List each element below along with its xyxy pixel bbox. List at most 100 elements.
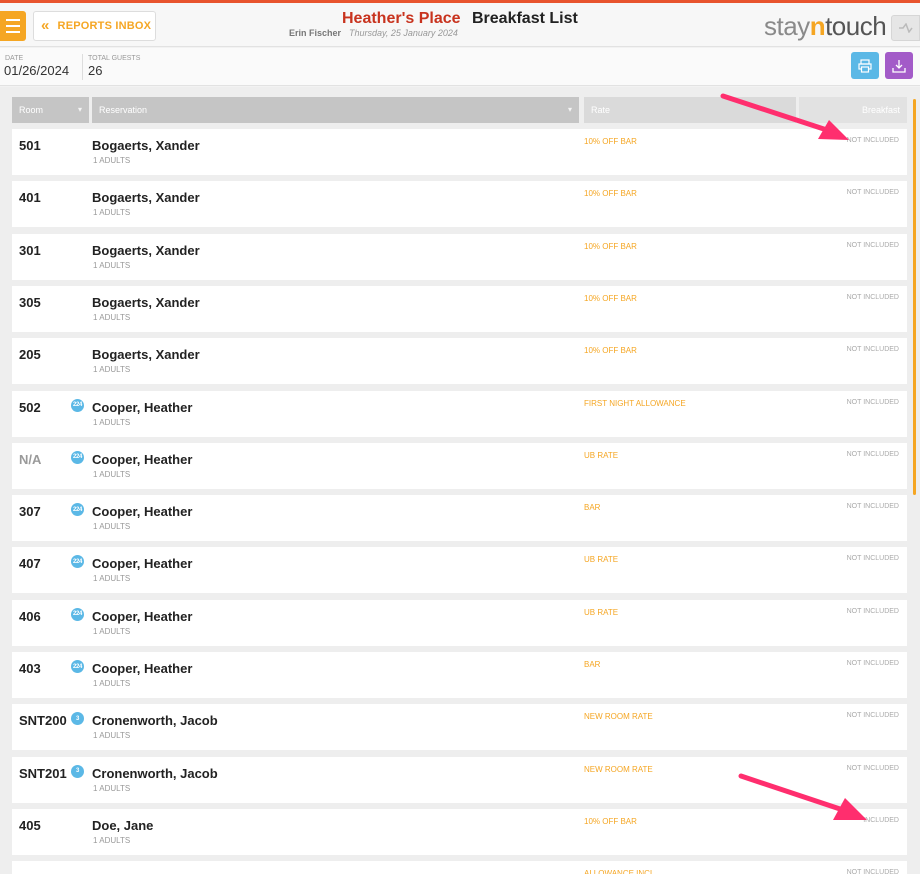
download-icon — [892, 59, 906, 73]
print-button[interactable] — [851, 52, 879, 79]
room-number: 501 — [19, 138, 41, 153]
adults-count: 1 ADULTS — [93, 365, 131, 375]
rate-name: 10% OFF BAR — [584, 137, 637, 146]
table-row[interactable]: 406 224 Cooper, Heather 1 ADULTS UB RATE NOT … — [12, 599, 907, 646]
user-name: Erin Fischer — [289, 28, 342, 38]
rate-name: 10% OFF BAR — [584, 293, 637, 303]
table-row[interactable]: 301 Bogaerts, Xander 1 ADULTS 10% OFF BAR NO… — [12, 233, 907, 280]
filter-divider — [82, 54, 83, 80]
table-row[interactable]: SNT201 3 Cronenworth, Jacob 1 ADULTS NEW ROO… — [12, 756, 907, 803]
table-row[interactable]: 407 224 Cooper, Heather 1 ADULTS UB RATE NOT … — [12, 547, 907, 594]
breakfast-status: NOT INCLUDED — [846, 607, 899, 615]
adults-count: 1 ADULTS — [93, 522, 131, 532]
chevron-down-icon: ▾ — [77, 105, 82, 114]
breakfast-status: NOT INCLUDED — [846, 555, 899, 563]
total-guests-value: 26 — [88, 63, 103, 78]
scrollbar[interactable] — [913, 99, 916, 495]
table-row[interactable]: 501 Bogaerts, Xander 1 ADULTS 10% OFF BAR NO… — [12, 129, 907, 175]
breakfast-status: NOT INCLUDED — [846, 450, 899, 458]
column-header-room[interactable]: Room ▾ — [12, 97, 89, 123]
adults-count: 1 ADULTS — [93, 156, 131, 165]
room-number: 305 — [19, 294, 41, 310]
table-row[interactable]: ALLOWANCE INCL NOT INCLUDED — [12, 861, 907, 874]
adults-count: 1 ADULTS — [93, 626, 131, 636]
adults-count: 1 ADULTS — [93, 679, 131, 688]
download-button[interactable] — [885, 52, 913, 79]
guest-name[interactable]: Cooper, Heather — [92, 556, 192, 571]
table-row[interactable]: 403 224 Cooper, Heather 1 ADULTS BAR NOT INCL… — [12, 652, 907, 698]
rate-name: UB RATE — [584, 450, 619, 460]
group-count-badge: 3 — [71, 712, 84, 726]
room-number: 405 — [19, 817, 41, 833]
breakfast-status: NOT INCLUDED — [846, 764, 899, 772]
guest-name[interactable]: Bogaerts, Xander — [92, 347, 200, 362]
adults-count: 1 ADULTS — [93, 835, 131, 845]
report-header: « REPORTS INBOX Heather's Place Breakfas… — [0, 3, 920, 47]
adults-count: 1 ADULTS — [93, 312, 131, 322]
menu-button[interactable] — [0, 11, 26, 41]
room-number: N/A — [19, 451, 42, 467]
breakfast-status: NOT INCLUDED — [846, 241, 899, 249]
column-header-rate[interactable]: Rate — [584, 97, 796, 123]
breakfast-status: NOT INCLUDED — [846, 189, 899, 197]
guest-name[interactable]: Cooper, Heather — [92, 504, 192, 519]
rate-name: UB RATE — [584, 607, 619, 617]
rate-name: 10% OFF BAR — [584, 346, 637, 356]
guest-name[interactable]: Cooper, Heather — [92, 400, 192, 415]
group-count-badge: 3 — [71, 764, 84, 778]
table-row[interactable]: 205 Bogaerts, Xander 1 ADULTS 10% OFF BAR NO… — [12, 338, 907, 385]
breakfast-status: NOT INCLUDED — [846, 660, 899, 667]
guest-name[interactable]: Bogaerts, Xander — [92, 190, 200, 205]
breakfast-status: INCLUDED — [863, 816, 899, 824]
group-count-badge: 224 — [71, 607, 84, 621]
table-row[interactable]: 305 Bogaerts, Xander 1 ADULTS 10% OFF BAR NO… — [12, 285, 907, 332]
double-chevron-left-icon: « — [41, 16, 50, 34]
table-row[interactable]: 502 224 Cooper, Heather 1 ADULTS FIRST NIGHT… — [12, 390, 907, 437]
rate-name: BAR — [584, 660, 601, 669]
adults-count: 1 ADULTS — [93, 783, 131, 793]
hotel-name: Heather's Place — [342, 10, 461, 27]
guest-name[interactable]: Cooper, Heather — [92, 661, 192, 676]
reports-inbox-button[interactable]: « REPORTS INBOX — [33, 11, 156, 41]
room-number: 407 — [19, 556, 41, 572]
date-value[interactable]: 01/26/2024 — [4, 63, 69, 78]
report-title: Breakfast List — [472, 10, 578, 27]
report-date: Thursday, 25 January 2024 — [349, 28, 458, 38]
adults-count: 1 ADULTS — [93, 731, 131, 741]
guest-name[interactable]: Cooper, Heather — [92, 609, 192, 624]
total-guests-label: TOTAL GUESTS — [88, 55, 141, 62]
adults-count: 1 ADULTS — [93, 574, 131, 584]
adults-count: 1 ADULTS — [93, 469, 131, 479]
guest-name[interactable]: Bogaerts, Xander — [92, 243, 200, 258]
breakfast-status: NOT INCLUDED — [846, 869, 899, 874]
rate-name: ALLOWANCE INCL — [584, 869, 655, 874]
room-number: 205 — [19, 347, 41, 363]
table-row[interactable]: SNT200 3 Cronenworth, Jacob 1 ADULTS NEW ROO… — [12, 704, 907, 751]
rate-name: 10% OFF BAR — [584, 241, 637, 251]
column-header-breakfast[interactable]: Breakfast — [799, 97, 907, 123]
table-row[interactable]: 401 Bogaerts, Xander 1 ADULTS 10% OFF BAR NO… — [12, 181, 907, 228]
guest-name[interactable]: Cronenworth, Jacob — [92, 713, 218, 728]
column-header-reservation[interactable]: Reservation ▾ — [92, 97, 579, 123]
chevron-down-icon: ▾ — [567, 105, 572, 114]
rate-name: NEW ROOM RATE — [584, 712, 653, 722]
stayntouch-logo: stayntouch — [764, 11, 887, 41]
collapse-button[interactable] — [891, 15, 920, 41]
guest-name[interactable]: Cooper, Heather — [92, 452, 192, 467]
reports-inbox-label: REPORTS INBOX — [57, 20, 152, 32]
printer-icon — [858, 58, 872, 73]
guest-name[interactable]: Bogaerts, Xander — [92, 138, 200, 153]
table-row[interactable]: 405 Doe, Jane 1 ADULTS 10% OFF BAR INCLUDED — [12, 808, 907, 855]
rate-name: 10% OFF BAR — [584, 816, 637, 826]
guest-name[interactable]: Doe, Jane — [92, 818, 153, 833]
guest-name[interactable]: Cronenworth, Jacob — [92, 766, 218, 781]
rate-name: 10% OFF BAR — [584, 189, 637, 199]
table-row[interactable]: N/A 224 Cooper, Heather 1 ADULTS UB RATE NOT … — [12, 442, 907, 489]
breakfast-status: NOT INCLUDED — [846, 712, 899, 720]
breakfast-status: NOT INCLUDED — [846, 346, 899, 354]
room-number: 307 — [19, 504, 41, 520]
table-row[interactable]: 307 224 Cooper, Heather 1 ADULTS BAR NOT INCL… — [12, 495, 907, 542]
room-number: 403 — [19, 661, 41, 676]
guest-name[interactable]: Bogaerts, Xander — [92, 295, 200, 310]
rate-name: BAR — [584, 503, 601, 513]
